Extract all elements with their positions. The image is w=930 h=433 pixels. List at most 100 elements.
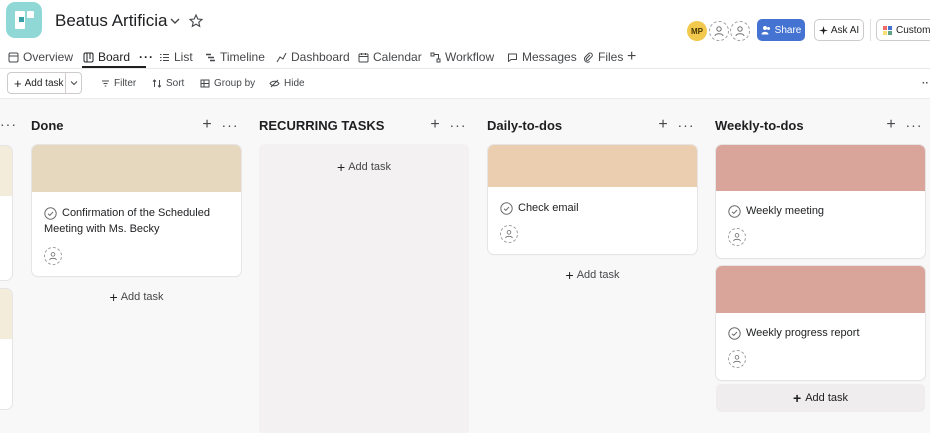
tab-files[interactable]: Files <box>583 46 623 68</box>
tab-messages[interactable]: Messages <box>507 46 577 68</box>
task-title: Weekly progress report <box>746 327 860 339</box>
toolbar-more-icon[interactable]: ·· <box>922 72 929 94</box>
group-by-label: Group by <box>214 77 256 89</box>
tab-timeline[interactable]: Timeline <box>205 46 265 68</box>
tab-board[interactable]: Board ··· <box>83 46 154 68</box>
timeline-icon <box>206 53 215 61</box>
sort-button[interactable]: Sort <box>152 72 184 94</box>
messages-icon <box>508 53 517 62</box>
column-add-task-button[interactable]: + Add task <box>716 384 925 412</box>
column-more-icon[interactable]: ··· <box>222 116 238 134</box>
assignee-placeholder-icon[interactable] <box>728 350 746 368</box>
board-icon <box>83 52 94 62</box>
avatar[interactable]: MP <box>687 21 707 41</box>
column-add-task-button[interactable]: + Add task <box>32 289 241 305</box>
dashboard-icon <box>276 52 287 62</box>
ask-ai-label: Ask AI <box>830 24 860 36</box>
column-more-icon[interactable]: ··· <box>0 116 17 132</box>
calendar-icon <box>358 52 369 62</box>
divider <box>0 68 930 69</box>
star-icon[interactable] <box>188 13 204 29</box>
assignee-placeholder-icon[interactable] <box>44 247 62 265</box>
group-by-button[interactable]: Group by <box>200 72 255 94</box>
column-add-task-button[interactable]: + Add task <box>488 267 697 283</box>
tab-list[interactable]: List <box>159 46 193 68</box>
project-title[interactable]: Beatus Artificia <box>55 11 167 31</box>
tab-workflow[interactable]: Workflow <box>430 46 494 68</box>
column-add-icon[interactable]: + <box>655 116 671 134</box>
tab-calendar[interactable]: Calendar <box>358 46 422 68</box>
checkmark-circle-icon[interactable] <box>728 327 741 340</box>
column-title[interactable]: RECURRING TASKS <box>259 116 384 134</box>
share-people-icon <box>761 26 770 35</box>
add-task-label: Add task <box>576 269 620 281</box>
plus-icon: + <box>14 75 22 91</box>
group-by-icon <box>200 79 210 87</box>
assignee-placeholder-icon[interactable] <box>728 228 746 246</box>
share-label: Share <box>774 24 802 36</box>
add-tab-button[interactable]: + <box>627 46 636 68</box>
card-cover <box>716 266 925 313</box>
add-task-label: Add task <box>805 392 848 404</box>
tab-label: Calendar <box>373 50 422 64</box>
avatar-placeholder-icon[interactable] <box>709 21 729 41</box>
project-tabs: Overview Board ··· List Timeline Dashboa… <box>0 46 930 68</box>
customize-label: Customize <box>896 24 930 36</box>
column-more-icon[interactable]: ··· <box>906 116 922 134</box>
customize-button[interactable]: Customize <box>876 19 930 41</box>
overview-icon <box>8 52 19 62</box>
column-add-task-button[interactable]: + Add task <box>259 159 469 175</box>
tab-label: Timeline <box>220 50 265 64</box>
tab-more-icon[interactable]: ··· <box>139 50 154 64</box>
tab-overview[interactable]: Overview <box>8 46 73 68</box>
tab-label: Messages <box>522 50 577 64</box>
column-add-icon[interactable]: + <box>199 116 215 134</box>
task-card[interactable]: Weekly meeting <box>716 145 925 258</box>
chevron-down-icon[interactable] <box>168 14 182 28</box>
checkmark-circle-icon[interactable] <box>728 205 741 218</box>
column-more-icon[interactable]: ··· <box>678 116 694 134</box>
card-partial[interactable] <box>0 289 12 409</box>
eye-off-icon <box>269 79 280 87</box>
view-toolbar: + Add task Filter Sort Group by Hide ·· <box>0 72 930 96</box>
column-title[interactable]: Weekly-to-dos <box>715 116 804 134</box>
task-title: Confirmation of the Scheduled Meeting wi… <box>44 207 210 235</box>
checkmark-circle-icon[interactable] <box>500 202 513 215</box>
share-button[interactable]: Share <box>757 19 805 41</box>
divider <box>870 19 871 41</box>
column-title[interactable]: Daily-to-dos <box>487 116 562 134</box>
tab-label: List <box>174 50 193 64</box>
add-task-dropdown-button[interactable] <box>66 73 81 93</box>
card-partial[interactable] <box>0 146 12 280</box>
task-title: Check email <box>518 202 579 214</box>
ask-ai-button[interactable]: Ask AI <box>814 19 864 41</box>
task-card[interactable]: Weekly progress report <box>716 266 925 380</box>
project-logo-icon[interactable] <box>6 2 42 38</box>
card-cover <box>716 145 925 191</box>
task-card[interactable]: Check email <box>488 145 697 254</box>
add-task-label: Add task <box>120 291 164 303</box>
plus-icon: + <box>109 289 118 305</box>
column-more-icon[interactable]: ··· <box>450 116 466 134</box>
avatar-placeholder-icon[interactable] <box>730 21 750 41</box>
tab-dashboard[interactable]: Dashboard <box>276 46 350 68</box>
add-task-label: Add task <box>348 161 391 173</box>
list-icon <box>160 53 169 61</box>
files-icon <box>584 52 593 63</box>
task-card[interactable]: Confirmation of the Scheduled Meeting wi… <box>32 145 241 276</box>
add-task-button[interactable]: + Add task <box>8 73 66 93</box>
column-drop-area <box>259 144 469 433</box>
sort-label: Sort <box>166 77 185 89</box>
task-title: Weekly meeting <box>746 205 825 217</box>
assignee-placeholder-icon[interactable] <box>500 225 518 243</box>
sort-icon <box>152 78 162 88</box>
tab-label: Workflow <box>445 50 495 64</box>
plus-icon: + <box>337 159 346 175</box>
hide-button[interactable]: Hide <box>269 72 305 94</box>
project-header: Beatus Artificia MP Share Ask AI Customi… <box>0 0 930 44</box>
hide-label: Hide <box>284 77 305 89</box>
column-title[interactable]: Done <box>31 116 64 134</box>
column-add-icon[interactable]: + <box>883 116 899 134</box>
filter-button[interactable]: Filter <box>101 72 136 94</box>
column-add-icon[interactable]: + <box>427 116 443 134</box>
